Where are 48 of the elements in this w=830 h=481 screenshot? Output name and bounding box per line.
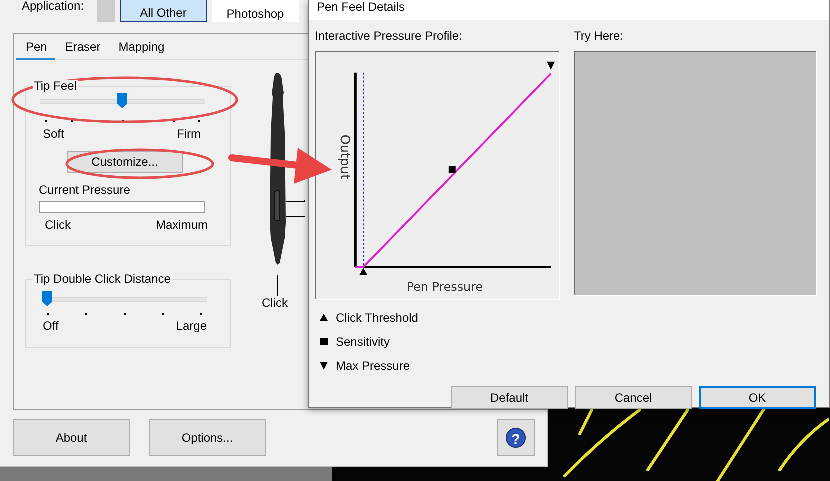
tick-mark (45, 120, 47, 122)
dialog-button[interactable]: Default (451, 386, 568, 409)
up-triangle-icon (320, 314, 328, 322)
tick-mark (70, 120, 72, 122)
legend-label: Sensitivity (336, 335, 390, 349)
dialog-button[interactable]: About (13, 419, 130, 456)
tick-mark (47, 313, 49, 315)
range-label: Soft (43, 127, 64, 141)
range-label: Large (176, 319, 207, 333)
dialog-button[interactable]: Options... (149, 419, 266, 456)
tab[interactable]: Mapping (108, 38, 173, 60)
callout-label: Click (262, 296, 288, 310)
range-label: Maximum (156, 218, 208, 232)
tick-mark (162, 313, 164, 315)
customize-button[interactable]: Customize... (67, 151, 183, 173)
section-label: Try Here: (574, 29, 625, 43)
click-threshold-handle[interactable] (360, 268, 368, 276)
legend-label: Max Pressure (336, 359, 410, 373)
legend-label: Click Threshold (336, 311, 418, 325)
range-label: Off (43, 319, 59, 333)
application-tile[interactable]: All Other (120, 0, 207, 22)
max-pressure-handle[interactable] (547, 62, 556, 70)
application-tile[interactable]: Photoshop (212, 0, 299, 22)
range-label: Firm (177, 127, 201, 141)
slider-thumb[interactable] (117, 93, 128, 109)
sensitivity-handle[interactable] (448, 166, 456, 174)
tab[interactable]: Eraser (55, 38, 109, 60)
group-title: Tip Feel (33, 80, 78, 93)
tab[interactable]: Pen (16, 38, 56, 60)
range-label: Click (45, 218, 71, 232)
help-button[interactable]: ? (497, 419, 535, 456)
axis-label: Output (336, 134, 352, 180)
dialog-button[interactable]: OK (699, 386, 816, 409)
square-icon (320, 338, 328, 346)
tick-mark (200, 313, 202, 315)
section-label: Interactive Pressure Profile: (315, 29, 464, 43)
dialog-button[interactable]: Cancel (575, 386, 692, 409)
down-triangle-icon (320, 362, 328, 370)
help-icon: ? (506, 428, 526, 448)
slider-thumb[interactable] (42, 291, 53, 307)
window-title: Pen Feel Details (309, 0, 829, 20)
tick-mark (85, 313, 88, 315)
group-title: Tip Double Click Distance (33, 273, 172, 286)
axis-label: Pen Pressure (406, 280, 484, 294)
field-label: Current Pressure (39, 183, 132, 197)
tick-mark (198, 120, 200, 122)
application-label: Application: (22, 0, 86, 12)
tick-mark (124, 313, 126, 315)
